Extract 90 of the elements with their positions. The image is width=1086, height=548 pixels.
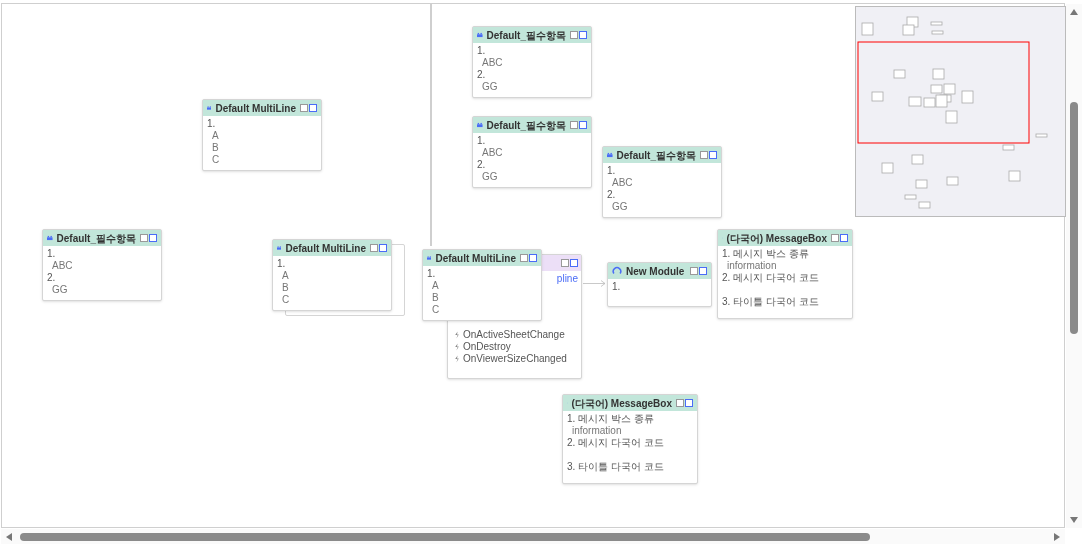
node-line: B	[211, 142, 220, 154]
collapse-button[interactable]	[570, 31, 578, 39]
expand-button[interactable]	[579, 31, 587, 39]
blocks-icon	[47, 234, 53, 242]
blocks-icon	[607, 151, 613, 159]
node-line: information	[571, 425, 623, 437]
horizontal-scrollbar[interactable]	[1, 529, 1065, 544]
node-line: 2. 메시지 다국어 코드	[566, 437, 665, 449]
node-line: 1.	[606, 165, 617, 177]
node-title: (다국어) MessageBox	[726, 231, 827, 246]
node-title: Default MultiLine	[435, 251, 516, 266]
node-title: Default_필수항목	[486, 28, 566, 43]
node-link[interactable]: pline	[556, 273, 578, 285]
node-line: 1.	[426, 268, 437, 280]
node-title: (다국어) MessageBox	[571, 396, 672, 411]
node-line: B	[281, 282, 290, 294]
collapse-button[interactable]	[561, 259, 569, 267]
node-line: 2.	[476, 159, 487, 171]
collapse-button[interactable]	[700, 151, 708, 159]
node-line: 1.	[206, 118, 217, 130]
collapse-button[interactable]	[300, 104, 308, 112]
node-line: 1.	[611, 281, 622, 293]
node-line: GG	[51, 284, 69, 296]
node-line: 1.	[276, 258, 287, 270]
expand-button[interactable]	[570, 259, 578, 267]
scroll-right-icon	[1054, 532, 1060, 541]
expand-button[interactable]	[709, 151, 717, 159]
expand-button[interactable]	[699, 267, 707, 275]
node-line: GG	[611, 201, 629, 213]
node-line: ABC	[481, 57, 504, 69]
blocks-icon	[277, 244, 282, 252]
collapse-button[interactable]	[690, 267, 698, 275]
node-line: information	[726, 260, 778, 272]
scroll-down-icon	[1070, 517, 1078, 523]
node-line: 1.	[476, 45, 487, 57]
node-line: C	[211, 154, 221, 166]
collapse-button[interactable]	[520, 254, 528, 262]
node-title: Default_필수항목	[616, 148, 696, 163]
minimap[interactable]	[855, 6, 1066, 217]
expand-button[interactable]	[379, 244, 387, 252]
collapse-button[interactable]	[570, 121, 578, 129]
node-line: ABC	[611, 177, 634, 189]
blocks-icon	[477, 31, 483, 39]
collapse-button[interactable]	[140, 234, 148, 242]
node-line: 2. 메시지 다국어 코드	[721, 272, 820, 284]
scroll-up-icon	[1070, 9, 1078, 15]
node-line: 2.	[476, 69, 487, 81]
expand-button[interactable]	[529, 254, 537, 262]
connector-arrow	[583, 280, 606, 287]
event-name: OnViewerSizeChanged	[463, 353, 567, 365]
node-line: A	[211, 130, 220, 142]
collapse-button[interactable]	[831, 234, 839, 242]
node-line: ABC	[51, 260, 74, 272]
node-line: 1.	[476, 135, 487, 147]
viewport-frame[interactable]	[857, 41, 1030, 144]
scroll-left-icon	[6, 532, 12, 541]
node-line: A	[431, 280, 440, 292]
node-line: GG	[481, 171, 499, 183]
node-line: 1. 메시지 박스 종류	[566, 413, 655, 425]
blocks-icon	[207, 104, 212, 112]
event-name: OnActiveSheetChange	[463, 329, 565, 341]
ring-icon	[612, 266, 622, 276]
expand-button[interactable]	[309, 104, 317, 112]
node-line: C	[281, 294, 291, 306]
node-line: 3. 타이틀 다국어 코드	[721, 296, 820, 308]
collapse-button[interactable]	[676, 399, 684, 407]
node-line: 2.	[606, 189, 617, 201]
blocks-icon	[477, 121, 483, 129]
node-line: 1. 메시지 박스 종류	[721, 248, 810, 260]
node-line: GG	[481, 81, 499, 93]
node-line: 3. 타이틀 다국어 코드	[566, 461, 665, 473]
node-title: New Module	[626, 264, 685, 279]
node-line: 2.	[46, 272, 57, 284]
node-title: Default MultiLine	[215, 101, 296, 116]
node-line: B	[431, 292, 440, 304]
blocks-icon	[427, 254, 432, 262]
node-line: C	[431, 304, 441, 316]
expand-button[interactable]	[579, 121, 587, 129]
expand-button[interactable]	[685, 399, 693, 407]
node-title: Default MultiLine	[285, 241, 366, 256]
node-line: A	[281, 270, 290, 282]
collapse-button[interactable]	[370, 244, 378, 252]
expand-button[interactable]	[149, 234, 157, 242]
node-title: Default_필수항목	[486, 118, 566, 133]
event-name: OnDestroy	[463, 341, 511, 353]
node-line: ABC	[481, 147, 504, 159]
node-title: Default_필수항목	[56, 231, 136, 246]
node-line: 1.	[46, 248, 57, 260]
vertical-scrollbar[interactable]	[1066, 4, 1082, 528]
expand-button[interactable]	[840, 234, 848, 242]
